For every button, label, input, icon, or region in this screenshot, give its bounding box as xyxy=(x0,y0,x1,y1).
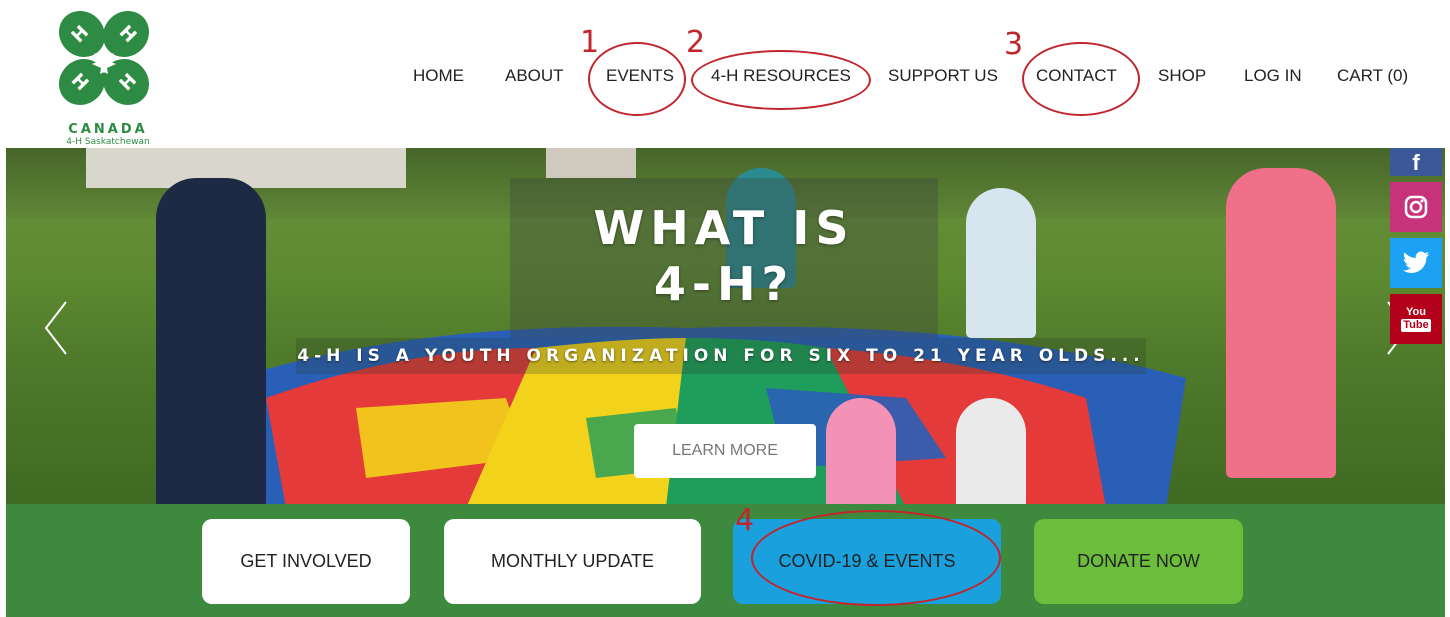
annotation-number-2: 2 xyxy=(686,25,706,60)
youtube-icon[interactable]: You Tube xyxy=(1390,294,1442,344)
nav-support-us[interactable]: SUPPORT US xyxy=(888,66,998,86)
annotation-ellipse-covid xyxy=(751,510,1001,606)
youtube-label-top: You xyxy=(1406,305,1426,318)
hero-person-5 xyxy=(826,398,896,504)
hero-tagline: 4-H IS A YOUTH ORGANIZATION FOR SIX TO 2… xyxy=(297,346,1145,366)
annotation-ellipse-contact xyxy=(1022,42,1140,116)
instagram-icon[interactable] xyxy=(1390,182,1442,232)
slider-prev-arrow-icon[interactable] xyxy=(42,298,72,358)
monthly-update-button[interactable]: MONTHLY UPDATE xyxy=(444,519,701,604)
nav-log-in[interactable]: LOG IN xyxy=(1244,66,1302,86)
annotation-ellipse-events xyxy=(588,42,686,116)
hero-person-3 xyxy=(966,188,1036,338)
annotation-ellipse-resources xyxy=(691,50,871,110)
facebook-icon[interactable]: f xyxy=(1390,148,1442,176)
logo-subtitle: 4-H Saskatchewan xyxy=(66,137,150,147)
annotation-number-1: 1 xyxy=(580,25,600,60)
hero-title: WHAT IS 4-H? xyxy=(510,200,938,312)
twitter-glyph xyxy=(1403,251,1429,273)
annotation-number-3: 3 xyxy=(1004,27,1024,62)
hero-person-1 xyxy=(156,178,266,504)
hero-title-line-1: WHAT IS xyxy=(593,201,855,255)
hero-slider: WHAT IS 4-H? 4-H IS A YOUTH ORGANIZATION… xyxy=(6,148,1445,504)
hero-title-line-2: 4-H? xyxy=(653,257,795,311)
nav-about[interactable]: ABOUT xyxy=(505,66,564,86)
hero-background-building xyxy=(86,148,406,188)
donate-now-button[interactable]: DONATE NOW xyxy=(1034,519,1243,604)
facebook-glyph: f xyxy=(1412,150,1420,175)
hero-person-6 xyxy=(956,398,1026,504)
hero-person-2 xyxy=(1226,168,1336,478)
nav-cart[interactable]: CART (0) xyxy=(1337,66,1408,86)
logo-word: CANADA xyxy=(68,122,148,137)
get-involved-button[interactable]: GET INVOLVED xyxy=(202,519,410,604)
page: H H H H CANADA 4-H Saskatchewan HOME ABO… xyxy=(0,0,1450,617)
nav-home[interactable]: HOME xyxy=(413,66,464,86)
learn-more-button[interactable]: LEARN MORE xyxy=(634,424,816,478)
hero-background-building-2 xyxy=(546,148,636,178)
instagram-glyph xyxy=(1404,195,1428,219)
twitter-icon[interactable] xyxy=(1390,238,1442,288)
annotation-number-4: 4 xyxy=(735,503,755,538)
youtube-label-bottom: Tube xyxy=(1401,318,1431,332)
clover-icon: H H H H xyxy=(58,10,150,106)
nav-shop[interactable]: SHOP xyxy=(1158,66,1206,86)
